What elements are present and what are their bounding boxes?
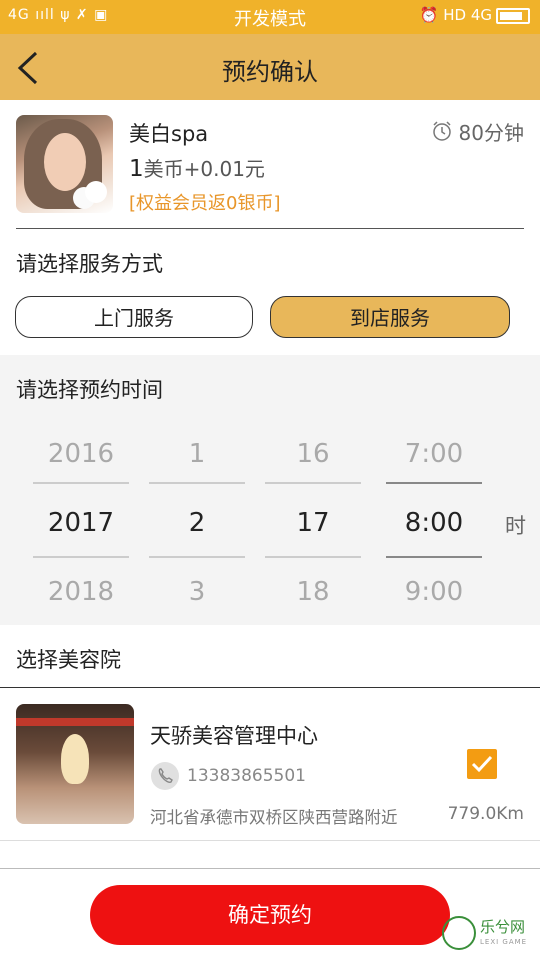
status-right-icons: ⏰ HD 4G [420, 6, 530, 24]
member-note: [权益会员返0银币] [129, 193, 281, 214]
service-name: 美白spa [129, 122, 209, 146]
salon-phone[interactable]: 13383865501 [187, 766, 306, 786]
month-selected[interactable]: 2 [149, 489, 245, 558]
phone-icon[interactable] [151, 762, 179, 790]
price-rest: 美币+0.01元 [143, 157, 265, 181]
alarm-clock-icon [432, 121, 451, 141]
picker-line [149, 556, 245, 558]
header-bar: 预约确认 [0, 34, 540, 100]
year-option[interactable]: 2018 [33, 558, 129, 627]
service-image [16, 115, 113, 213]
picker-line [33, 556, 129, 558]
year-selected[interactable]: 2017 [33, 489, 129, 558]
price-number: 1 [129, 156, 144, 182]
hour-wheel[interactable]: 7:00 8:00 9:00 [386, 420, 482, 627]
watermark-text: 乐兮网 [480, 918, 526, 936]
confirm-booking-button[interactable]: 确定预约 [90, 885, 450, 945]
check-icon [471, 755, 493, 773]
service-price: 1美币+0.01元 [129, 153, 265, 182]
duration-text: 80分钟 [458, 121, 524, 145]
picker-line [265, 556, 361, 558]
hour-option[interactable]: 7:00 [386, 420, 482, 489]
month-option[interactable]: 3 [149, 558, 245, 627]
divider [0, 868, 540, 869]
salon-name: 天骄美容管理中心 [150, 724, 318, 748]
divider [0, 840, 540, 841]
picker-line [386, 556, 482, 558]
day-wheel[interactable]: 16 17 18 [265, 420, 361, 627]
watermark: 乐兮网 LEXI GAME [442, 912, 536, 956]
service-duration: 80分钟 [431, 117, 524, 146]
status-right-text: ⏰ HD 4G [419, 6, 492, 24]
day-option[interactable]: 18 [265, 558, 361, 627]
salon-image [16, 704, 134, 824]
hour-selected[interactable]: 8:00 [386, 489, 482, 558]
picker-line [386, 482, 482, 484]
month-wheel[interactable]: 1 2 3 [149, 420, 245, 627]
day-option[interactable]: 16 [265, 420, 361, 489]
year-wheel[interactable]: 2016 2017 2018 [33, 420, 129, 627]
salon-address: 河北省承德市双桥区陕西营路附近 [150, 808, 398, 827]
month-option[interactable]: 1 [149, 420, 245, 489]
status-bar: 4G ııll ψ ✗ ▣ 开发模式 ⏰ HD 4G [0, 0, 540, 34]
hour-option[interactable]: 9:00 [386, 558, 482, 627]
battery-icon [496, 7, 530, 24]
picker-line [33, 482, 129, 484]
salon-checkbox[interactable] [467, 749, 497, 779]
year-option[interactable]: 2016 [33, 420, 129, 489]
divider [16, 228, 524, 229]
page-title: 预约确认 [222, 58, 318, 86]
store-service-button[interactable]: 到店服务 [270, 296, 510, 338]
salon-section-label: 选择美容院 [16, 648, 121, 672]
watermark-subtext: LEXI GAME [480, 938, 528, 946]
home-service-button[interactable]: 上门服务 [15, 296, 253, 338]
picker-line [149, 482, 245, 484]
salon-distance: 779.0Km [447, 804, 524, 824]
time-label: 请选择预约时间 [16, 378, 163, 402]
picker-line [265, 482, 361, 484]
service-mode-label: 请选择服务方式 [16, 252, 163, 276]
watermark-logo-icon [442, 916, 476, 950]
day-selected[interactable]: 17 [265, 489, 361, 558]
hour-unit-label: 时 [505, 514, 526, 538]
